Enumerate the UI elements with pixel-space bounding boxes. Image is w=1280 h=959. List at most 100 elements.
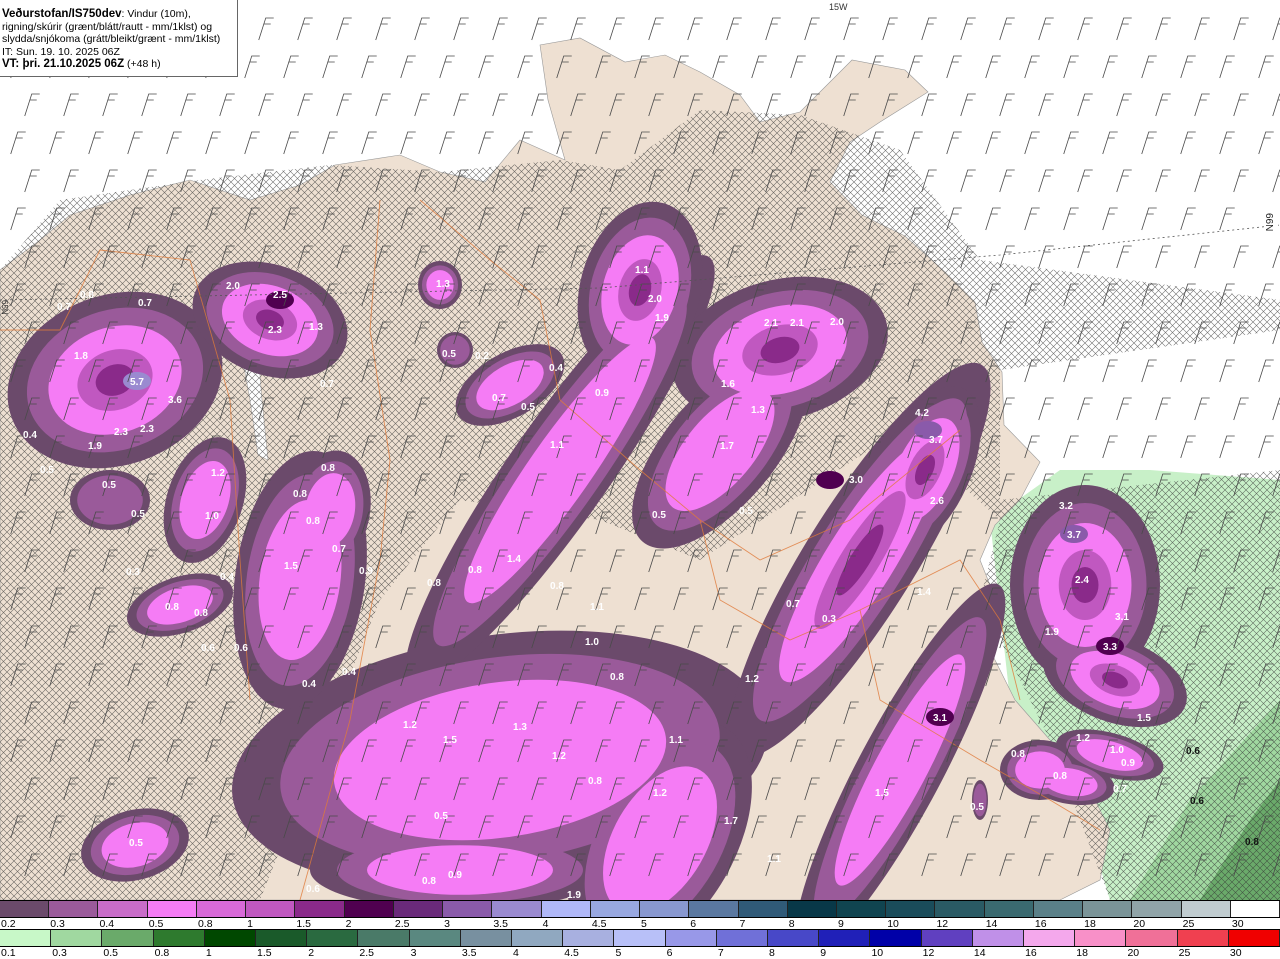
precip-value-label: 0.4	[342, 667, 356, 678]
precip-value-label: 0.6	[234, 643, 248, 654]
legend-label: 4	[513, 947, 519, 959]
legend-swatch	[358, 930, 410, 946]
precip-value-label: 0.8	[194, 608, 208, 619]
precip-value-label: 0.5	[739, 506, 753, 517]
precip-value-label: 0.7	[786, 599, 800, 610]
precipitation-wind-map: 15W 65N 0.8 0.7 0.7 1.8 5.7 3.6 0.4 2.3 2.3 1.9 0.…	[0, 0, 1280, 900]
legend-swatch	[0, 930, 52, 946]
precip-value-label: 1.5	[1137, 713, 1151, 724]
precip-value-label: 0.8	[1245, 837, 1259, 848]
precip-value-label: 0.8	[422, 876, 436, 887]
legend-swatch	[886, 901, 936, 917]
precip-value-label: 0.4	[549, 363, 563, 374]
legend-label: 10	[871, 947, 884, 959]
precip-value-label: 2.5	[273, 290, 287, 301]
legend-swatch	[1083, 901, 1133, 917]
precip-value-label: 1.4	[917, 587, 931, 598]
precip-value-label: 0.7	[320, 379, 334, 390]
precip-value-label: 0.8	[550, 581, 564, 592]
precip-value-label: 0.5	[434, 811, 448, 822]
precip-value-label: 0.7	[492, 393, 506, 404]
valid-time: VT: þri. 21.10.2025 06Z	[2, 58, 125, 70]
legend-label: 25	[1178, 947, 1191, 959]
precip-value-label: 0.7	[138, 298, 152, 309]
precip-value-label: 3.2	[1059, 501, 1073, 512]
precip-value-label: 0.7	[1113, 784, 1127, 795]
legend-swatch	[716, 930, 769, 946]
precip-value-label: 1.0	[1110, 745, 1124, 756]
precip-value-label: 0.8	[80, 290, 94, 301]
precip-value-label: 0.3	[126, 567, 140, 578]
legend-label: 0.1	[1, 947, 16, 959]
legend-swatch	[563, 930, 615, 946]
precip-value-label: 0.8	[321, 463, 335, 474]
precip-value-label: 1.2	[745, 674, 759, 685]
legend-swatch	[1181, 901, 1231, 917]
precip-value-label: 3.1	[1115, 612, 1129, 623]
precip-value-label: 0.5	[131, 509, 145, 520]
precip-value-label: 1.2	[1076, 733, 1090, 744]
legend-label: 1	[205, 947, 212, 959]
legend-swatch	[836, 901, 887, 917]
legend-swatch	[307, 930, 359, 946]
precip-value-label: 1.3	[309, 322, 323, 333]
legend-swatch	[1126, 930, 1178, 946]
precip-value-label: 0.8	[610, 672, 624, 683]
precip-value-label: 2.6	[930, 496, 944, 507]
precip-value-label: 0.4	[220, 572, 234, 583]
precip-value-label: 2.3	[114, 427, 128, 438]
precip-value-label: 0.4	[23, 430, 37, 441]
precip-value-label: 0.9	[448, 870, 462, 881]
legend-swatch	[972, 930, 1025, 946]
precip-value-label: 1.3	[751, 405, 765, 416]
precip-value-label: 0.6	[201, 643, 215, 654]
legend-swatch	[640, 901, 690, 917]
precip-core	[816, 471, 844, 489]
precip-value-label: 3.7	[929, 435, 943, 446]
title-desc1: : Vindur (10m),	[121, 8, 191, 20]
precip-value-label: 0.9	[1121, 758, 1135, 769]
precip-value-label: 1.2	[653, 788, 667, 799]
legend-swatch	[443, 901, 493, 917]
precip-value-label: 1.7	[720, 441, 734, 452]
precip-value-label: 1.4	[507, 554, 521, 565]
precip-value-label: 1.1	[590, 602, 604, 613]
precip-value-label: 1.1	[669, 735, 683, 746]
legend-label: 0.8	[154, 947, 170, 959]
legend-swatch	[870, 930, 922, 946]
precip-value-label: 0.5	[652, 510, 666, 521]
precip-value-label: 2.1	[764, 318, 778, 329]
precip-value-label: 0.5	[970, 802, 984, 813]
legend-swatch	[409, 930, 461, 946]
legend-swatch	[256, 930, 308, 946]
longitude-label: 15W	[829, 2, 848, 12]
legend-swatch	[344, 901, 394, 917]
legend-label: 14	[973, 947, 986, 959]
legend-label: 12	[922, 947, 935, 959]
precip-value-label: 3.1	[933, 713, 947, 724]
legend-swatch	[1024, 930, 1076, 946]
rain-legend: 0.1 0.3 0.5 0.8 1 1.5 2 2.5 3 3.5 4 4.5 5 6 7 8 9 10 12 14 1…	[0, 929, 1280, 959]
precip-value-label: 0.8	[165, 602, 179, 613]
precip-value-label: 0.8	[427, 578, 441, 589]
precip-value-label: 1.9	[567, 890, 581, 900]
legend-swatch	[102, 930, 154, 946]
precip-value-label: 1.7	[724, 816, 738, 827]
legend-label: 5	[615, 947, 622, 959]
legend-swatch	[984, 901, 1034, 917]
precip-value-label: 0.6	[1186, 746, 1200, 757]
precip-value-label: 0.9	[595, 388, 609, 399]
precip-value-label: 2.0	[226, 281, 240, 292]
precip-value-label: 3.6	[168, 395, 182, 406]
init-time: IT: Sun. 19. 10. 2025 06Z	[2, 45, 120, 58]
precip-value-label: 0.3	[822, 614, 836, 625]
legend-swatch	[665, 930, 717, 946]
precip-value-label: 1.2	[211, 468, 225, 479]
legend-label: 2	[308, 947, 315, 959]
legend-swatch	[819, 930, 871, 946]
legend-label: 0.3	[52, 947, 67, 959]
legend-swatch	[1033, 901, 1084, 917]
precip-value-label: 0.8	[588, 776, 602, 787]
legend-swatch	[204, 930, 257, 946]
legend-label: 3.5	[461, 947, 477, 959]
